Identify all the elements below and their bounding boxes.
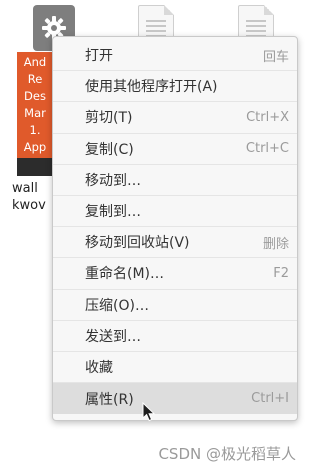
menu-item-label: 移动到回收站(V) (85, 235, 190, 252)
menu-item-label: 压缩(O)… (85, 297, 149, 314)
book-cover-line: App (23, 140, 47, 154)
menu-item-compress[interactable]: 压缩(O)… (53, 290, 297, 321)
menu-item-shortcut: 回车 (262, 49, 289, 65)
menu-item-label: 重命名(M)… (85, 266, 165, 283)
menu-item-move-to-trash[interactable]: 移动到回收站(V) 删除 (53, 227, 297, 259)
menu-item-shortcut: Ctrl+I (251, 391, 289, 407)
book-cover-line: 1. (29, 123, 41, 137)
book-cover-line: And (23, 55, 47, 69)
menu-item-label: 使用其他程序打开(A) (85, 79, 218, 96)
menu-item-open-with[interactable]: 使用其他程序打开(A) (53, 71, 297, 103)
menu-item-move-to[interactable]: 移动到… (53, 165, 297, 196)
watermark: CSDN @极光稻草人 (158, 445, 296, 463)
menu-item-open[interactable]: 打开 回车 (53, 40, 297, 72)
book-cover-line: Re (27, 72, 43, 86)
menu-item-rename[interactable]: 重命名(M)… F2 (53, 258, 297, 290)
file-label-line: wall (12, 181, 38, 196)
menu-item-label: 收藏 (85, 359, 113, 376)
menu-item-shortcut: F2 (273, 265, 289, 281)
desktop: And Re Des Mar 1. App wall kwov 打开 回车 使用… (0, 0, 309, 475)
file-label[interactable]: wall kwov (12, 180, 57, 214)
menu-item-label: 发送到… (85, 328, 141, 345)
menu-item-copy-to[interactable]: 复制到… (53, 196, 297, 228)
menu-item-shortcut: Ctrl+C (245, 141, 289, 157)
menu-item-label: 复制(C) (85, 141, 134, 158)
thumbnail-shadow (17, 158, 53, 176)
file-label-line: kwov (12, 198, 46, 213)
menu-item-properties[interactable]: 属性(R) Ctrl+I (53, 383, 297, 415)
menu-item-send-to[interactable]: 发送到… (53, 321, 297, 352)
book-cover-thumbnail[interactable]: And Re Des Mar 1. App (17, 52, 53, 160)
menu-item-label: 属性(R) (85, 391, 134, 408)
menu-item-favorite[interactable]: 收藏 (53, 352, 297, 384)
context-menu: 打开 回车 使用其他程序打开(A) 剪切(T) Ctrl+X 复制(C) Ctr… (52, 36, 298, 421)
menu-item-cut[interactable]: 剪切(T) Ctrl+X (53, 102, 297, 134)
menu-item-copy[interactable]: 复制(C) Ctrl+C (53, 134, 297, 165)
menu-item-label: 剪切(T) (85, 110, 133, 127)
menu-item-label: 打开 (85, 48, 113, 65)
menu-item-label: 复制到… (85, 204, 141, 221)
menu-item-shortcut: 删除 (262, 236, 289, 252)
book-cover-line: Des (24, 89, 46, 103)
menu-item-label: 移动到… (85, 172, 141, 189)
book-cover-line: Mar (24, 106, 46, 120)
menu-item-shortcut: Ctrl+X (246, 109, 289, 125)
mouse-pointer-icon (142, 402, 156, 422)
